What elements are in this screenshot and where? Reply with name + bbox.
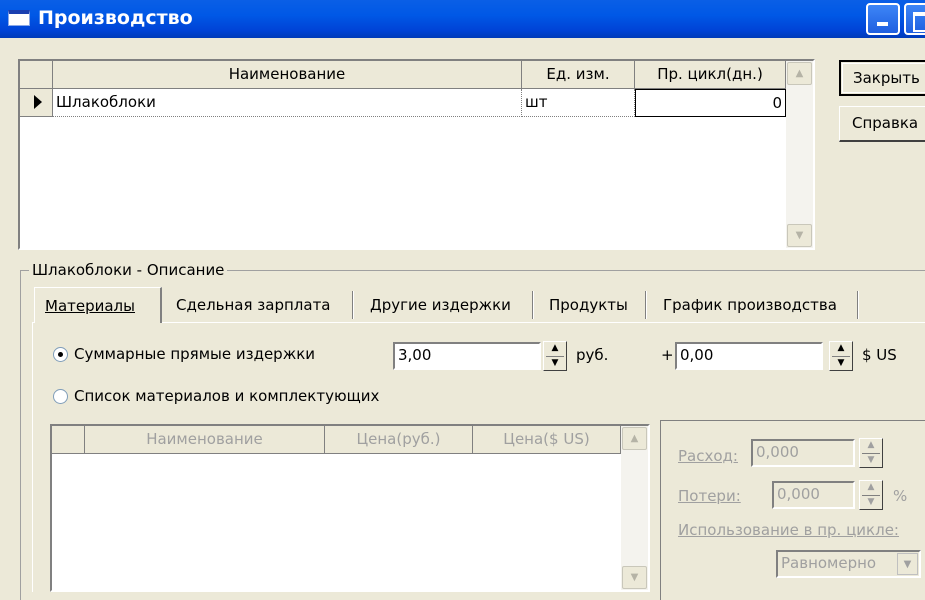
tab-separator	[532, 291, 534, 319]
products-table[interactable]: Наименование Ед. изм. Пр. цикл(дн.) Шлак…	[18, 59, 815, 250]
scroll-up-button[interactable]: ▲	[787, 62, 812, 85]
rub-unit-label: руб.	[576, 346, 609, 364]
losses-unit-label: %	[893, 487, 908, 505]
cell-name[interactable]: Шлакоблоки	[53, 89, 522, 117]
consumption-spinner[interactable]: ▲ ▼	[859, 438, 883, 468]
spin-up-icon[interactable]: ▲	[546, 342, 564, 355]
tab-separator	[857, 291, 859, 319]
column-header-price-rub[interactable]: Цена(руб.)	[325, 426, 473, 454]
tab-production-schedule[interactable]: График производства	[653, 287, 847, 323]
spin-up-icon[interactable]: ▲	[862, 481, 880, 494]
spin-down-icon[interactable]: ▼	[862, 495, 880, 508]
scroll-down-button[interactable]: ▼	[622, 566, 647, 589]
scroll-up-button[interactable]: ▲	[622, 427, 647, 450]
close-button[interactable]: Закрыть	[839, 60, 925, 96]
losses-label: Потери:	[678, 487, 741, 505]
radio-materials-list-label[interactable]: Список материалов и комплектующих	[74, 387, 379, 405]
column-header-price-usd[interactable]: Цена($ US)	[473, 426, 621, 454]
radio-total-direct-costs-label[interactable]: Суммарные прямые издержки	[74, 345, 315, 363]
consumption-label: Расход:	[678, 447, 738, 465]
chevron-down-icon[interactable]: ▼	[897, 553, 918, 575]
row-indicator-header	[20, 61, 53, 89]
radio-materials-list[interactable]	[53, 389, 68, 404]
usage-select-value: Равномерно	[781, 554, 877, 572]
spin-down-icon[interactable]: ▼	[546, 356, 564, 369]
materials-scrollbar[interactable]: ▲ ▼	[621, 426, 648, 590]
column-header-unit[interactable]: Ед. изм.	[522, 61, 635, 89]
spin-up-icon[interactable]: ▲	[862, 439, 880, 452]
row-indicator	[20, 89, 53, 117]
materials-table[interactable]: Наименование Цена(руб.) Цена($ US) ▲ ▼	[50, 424, 650, 592]
spin-down-icon[interactable]: ▼	[832, 356, 850, 369]
losses-spinner[interactable]: ▲ ▼	[859, 480, 883, 510]
cell-cycle[interactable]: 0	[635, 89, 786, 117]
usd-cost-spinner[interactable]: ▲ ▼	[829, 341, 853, 371]
column-header-name[interactable]: Наименование	[53, 61, 522, 89]
tab-products[interactable]: Продукты	[539, 287, 638, 323]
spin-up-icon[interactable]: ▲	[832, 342, 850, 355]
tab-other-costs[interactable]: Другие издержки	[360, 287, 521, 323]
plus-label: +	[661, 346, 674, 364]
products-scrollbar[interactable]: ▲ ▼	[786, 61, 813, 248]
usage-select[interactable]: Равномерно ▼	[776, 550, 921, 578]
tab-piece-wage[interactable]: Сдельная зарплата	[166, 287, 341, 323]
scroll-down-button[interactable]: ▼	[787, 224, 812, 247]
column-header-name[interactable]: Наименование	[85, 426, 325, 454]
rub-cost-spinner[interactable]: ▲ ▼	[543, 341, 567, 371]
spin-down-icon[interactable]: ▼	[862, 453, 880, 466]
current-row-arrow-icon	[34, 95, 42, 109]
consumption-input[interactable]: 0,000	[751, 439, 855, 467]
description-group-label: Шлакоблоки - Описание	[29, 261, 228, 279]
cell-unit[interactable]: шт	[522, 89, 635, 117]
radio-total-direct-costs[interactable]	[53, 347, 68, 362]
losses-input[interactable]: 0,000	[772, 481, 855, 509]
rub-cost-input[interactable]: 3,00	[393, 342, 541, 370]
window-title: Производство	[38, 7, 193, 29]
help-button[interactable]: Справка	[839, 106, 925, 142]
window-icon	[8, 10, 30, 26]
minimize-button[interactable]	[866, 3, 900, 35]
maximize-button[interactable]	[904, 3, 925, 35]
usd-cost-input[interactable]: 0,00	[675, 342, 823, 370]
tab-separator	[352, 291, 354, 319]
tab-separator	[645, 291, 647, 319]
title-bar[interactable]: Производство	[0, 0, 925, 38]
row-indicator-header	[52, 426, 85, 454]
column-header-cycle[interactable]: Пр. цикл(дн.)	[635, 61, 786, 89]
usage-label: Использование в пр. цикле:	[678, 521, 899, 539]
usd-unit-label: $ US	[862, 346, 897, 364]
tab-materials[interactable]: Материалы	[34, 287, 162, 323]
